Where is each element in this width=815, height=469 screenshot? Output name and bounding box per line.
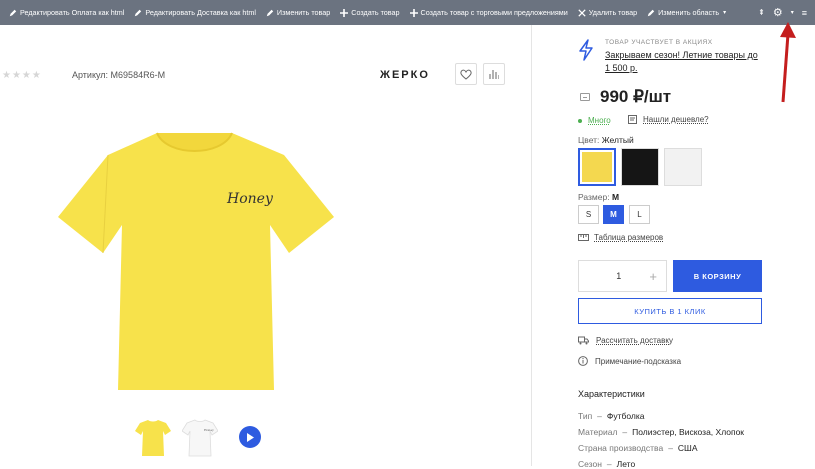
size-label: Размер: M (578, 192, 619, 202)
color-label: Цвет: Желтый (578, 135, 634, 145)
char-key: Материал (578, 427, 618, 437)
quantity-value[interactable]: 1 (616, 271, 621, 281)
edit-payment-button[interactable]: Редактировать Оплата как html (4, 0, 129, 25)
compare-button[interactable] (483, 63, 505, 85)
char-row-type: Тип – Футболка (578, 411, 645, 421)
stock-dot-icon (578, 118, 582, 123)
edit-product-label: Изменить товар (276, 8, 331, 17)
promo-label: ТОВАР УЧАСТВУЕТ В АКЦИЯХ (605, 39, 713, 46)
create-product-offers-label: Создать товар с торговыми предложениями (420, 8, 568, 17)
edit-payment-label: Редактировать Оплата как html (20, 8, 125, 17)
delivery-calc-label: Рассчитать доставку (596, 336, 673, 345)
characteristics-title: Характеристики (578, 389, 645, 399)
product-article: Артикул: M69584R6-M (72, 70, 166, 80)
document-icon (628, 115, 637, 124)
svg-text:Honey: Honey (204, 428, 214, 432)
close-icon (578, 8, 586, 17)
thumbnail-white[interactable]: Honey (182, 417, 218, 457)
heart-icon (460, 69, 472, 80)
ruler-icon (578, 234, 589, 241)
char-value: Футболка (606, 411, 645, 421)
pencil-icon (647, 9, 655, 16)
lightning-icon (579, 39, 593, 61)
quantity-stepper[interactable]: 1 + (578, 260, 667, 292)
stock-label: Много (588, 116, 611, 125)
pencil-icon (135, 9, 142, 16)
create-product-offers-button[interactable]: Создать товар с торговыми предложениями (405, 0, 573, 25)
tshirt-print: Honey (226, 191, 274, 207)
hint-label: Примечание-подсказка (595, 356, 682, 366)
size-value: M (611, 192, 620, 202)
char-key: Сезон (578, 459, 602, 469)
chevron-down-icon: ▾ (723, 10, 727, 16)
play-icon (247, 432, 254, 442)
color-swatch-yellow[interactable] (578, 148, 616, 186)
compare-chart-icon (489, 70, 499, 79)
size-label-text: Размер: (578, 192, 610, 202)
color-swatch-white[interactable] (664, 148, 702, 186)
product-gallery-panel: ★★★★ Артикул: M69584R6-M ЖЕРКО Honey Hon… (0, 25, 532, 466)
pin-icon[interactable]: ⇞ (758, 8, 765, 17)
brand-logo[interactable]: ЖЕРКО (380, 69, 430, 81)
char-value: Полиэстер, Вискоза, Хлопок (632, 427, 745, 437)
size-table-label: Таблица размеров (594, 233, 664, 242)
size-option-s[interactable]: S (578, 205, 599, 224)
truck-icon (578, 336, 589, 345)
color-label-text: Цвет: (578, 135, 600, 145)
char-key: Страна производства (578, 443, 664, 453)
pencil-icon (266, 9, 274, 16)
delete-product-button[interactable]: Удалить товар (573, 0, 642, 25)
chevron-down-icon[interactable]: ▾ (791, 9, 794, 16)
plus-icon (409, 8, 418, 17)
buy-one-click-button[interactable]: КУПИТЬ В 1 КЛИК (578, 298, 762, 324)
found-cheaper-label: Нашли дешевле? (643, 115, 709, 124)
size-table-link[interactable]: Таблица размеров (578, 233, 663, 242)
price: 990 ₽/шт (600, 87, 672, 106)
edit-area-label: Изменить область (658, 8, 720, 17)
stock-status: Много (578, 116, 611, 125)
create-product-button[interactable]: Создать товар (335, 0, 404, 25)
plus-icon[interactable]: + (649, 269, 657, 284)
char-row-country: Страна производства – США (578, 443, 698, 453)
size-option-m[interactable]: M (603, 205, 624, 224)
product-image[interactable]: Honey (52, 105, 342, 395)
size-option-l[interactable]: L (629, 205, 650, 224)
char-key: Тип (578, 411, 593, 421)
pencil-icon (9, 9, 17, 16)
delivery-calc-link[interactable]: Рассчитать доставку (578, 336, 673, 345)
price-badge-icon (580, 93, 590, 101)
create-product-label: Создать товар (351, 8, 400, 17)
product-info-panel: ТОВАР УЧАСТВУЕТ В АКЦИЯХ Закрываем сезон… (548, 25, 815, 469)
edit-product-button[interactable]: Изменить товар (261, 0, 335, 25)
admin-toolbar: Редактировать Оплата как html Редактиров… (0, 0, 815, 25)
more-icon[interactable]: ≡ (802, 8, 807, 18)
char-value: Лето (616, 459, 636, 469)
promo-link[interactable]: Закрываем сезон! Летние товары до 1 500 … (605, 49, 765, 75)
info-icon (578, 356, 588, 366)
thumbnail-yellow[interactable] (135, 417, 171, 457)
favorite-button[interactable] (455, 63, 477, 85)
edit-delivery-button[interactable]: Редактировать Доставка как html (129, 0, 261, 25)
color-value: Желтый (601, 135, 634, 145)
found-cheaper-link[interactable]: Нашли дешевле? (628, 115, 709, 124)
gear-icon[interactable]: ⚙ (773, 6, 783, 19)
delete-product-label: Удалить товар (588, 8, 638, 17)
plus-icon (340, 8, 349, 17)
edit-area-button[interactable]: Изменить область ▾ (642, 0, 731, 25)
video-play-button[interactable] (239, 426, 261, 448)
edit-delivery-label: Редактировать Доставка как html (145, 8, 256, 17)
rating-stars[interactable]: ★★★★ (2, 70, 42, 81)
hint-note: Примечание-подсказка (578, 356, 681, 366)
color-swatch-black[interactable] (621, 148, 659, 186)
char-row-material: Материал – Полиэстер, Вискоза, Хлопок (578, 427, 745, 437)
add-to-cart-button[interactable]: В КОРЗИНУ (673, 260, 762, 292)
char-row-season: Сезон – Лето (578, 459, 636, 469)
char-value: США (677, 443, 698, 453)
price-row: 990 ₽/шт (580, 87, 671, 107)
